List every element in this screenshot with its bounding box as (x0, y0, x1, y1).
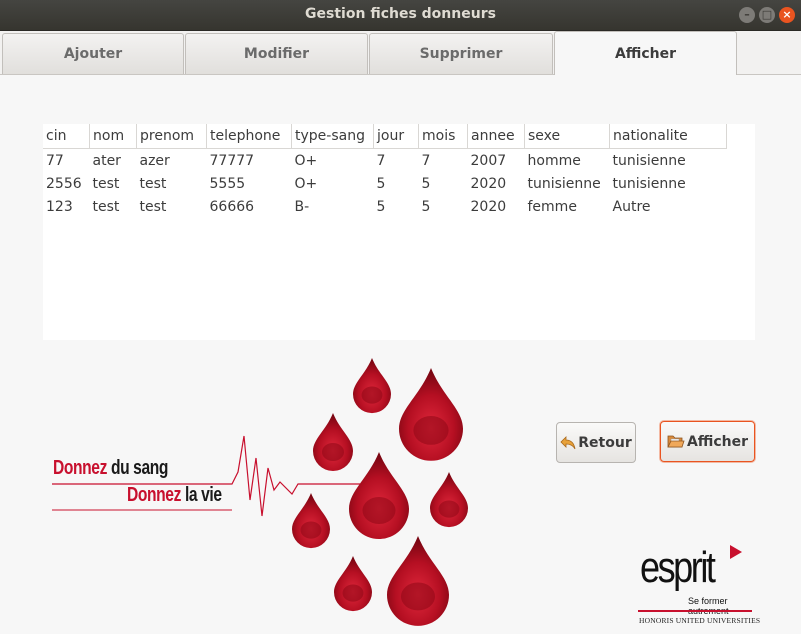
table-cell-prenom: test (139, 175, 167, 192)
slogan-line-2: Donnez la vie (127, 484, 222, 507)
back-arrow-icon (560, 435, 576, 449)
blood-drop-shade (413, 416, 449, 445)
title-bar: Gestion fiches donneurs – □ × (0, 0, 801, 31)
table-cell-jour: 5 (376, 175, 386, 192)
table-cell-prenom: test (139, 198, 167, 215)
table-cell-nationalite: tunisienne (612, 175, 686, 192)
table-cell-telephone: 77777 (209, 152, 255, 169)
table-cell-sexe: femme (527, 198, 577, 215)
tab-afficher[interactable]: Afficher (554, 31, 737, 76)
table-cell-mois: 7 (421, 152, 431, 169)
blood-drop-icon (430, 472, 468, 528)
table-cell-nom: ater (92, 152, 121, 169)
table-cell-sexe: homme (527, 152, 581, 169)
table-cell-nationalite: Autre (612, 198, 651, 215)
table-cell-cin: 123 (46, 198, 73, 215)
retour-label: Retour (578, 434, 632, 451)
column-header-sexe[interactable]: sexe (524, 124, 610, 149)
table-cell-telephone: 5555 (209, 175, 246, 192)
logo-footer: HONORIS UNITED UNIVERSITIES (639, 616, 761, 625)
column-header-telephone[interactable]: telephone (206, 124, 292, 149)
maximize-icon[interactable]: □ (759, 7, 775, 23)
table-cell-sexe: tunisienne (527, 175, 601, 192)
blood-drop-shade (300, 521, 322, 539)
table-cell-type-sang: B- (294, 198, 310, 215)
blood-drop-icon (349, 452, 409, 539)
blood-drop-icon (292, 493, 330, 549)
blood-drops-illustration (52, 358, 468, 626)
tab-supprimer[interactable]: Supprimer (369, 33, 553, 74)
logo-name: esprit (640, 543, 716, 592)
slogan-la-vie: la vie (184, 484, 222, 506)
table-cell-nom: test (92, 198, 120, 215)
tab-modifier[interactable]: Modifier (185, 33, 368, 74)
tab-ajouter[interactable]: Ajouter (2, 33, 184, 74)
blood-drop-shade (342, 584, 364, 602)
column-header-nationalite[interactable]: nationalite (609, 124, 727, 149)
retour-button[interactable]: Retour (556, 422, 636, 463)
donors-table[interactable]: cin nom prenom telephone type-sang jour mois an… (43, 124, 755, 340)
blood-drop-icon (334, 556, 372, 612)
table-row[interactable]: 123 test test 66666 B- 5 5 2020 femme Autre (43, 195, 727, 218)
column-header-mois[interactable]: mois (418, 124, 468, 149)
blood-drop-icon (399, 368, 463, 461)
table-cell-annee: 2020 (470, 198, 507, 215)
blood-drop-shade (400, 582, 436, 611)
blood-drop-shade (438, 500, 460, 518)
table-cell-annee: 2020 (470, 175, 507, 192)
table-header: cin nom prenom telephone type-sang jour mois an… (43, 124, 727, 149)
tab-bar: Ajouter Modifier Supprimer Afficher (0, 31, 801, 76)
logo-tagline: Se former autrement (688, 596, 729, 616)
slogan-donnez-2: Donnez (127, 484, 181, 506)
logo-divider (638, 610, 752, 612)
table-cell-mois: 5 (421, 198, 431, 215)
slogan-line-1: Donnez du sang (53, 457, 168, 480)
table-cell-mois: 5 (421, 175, 431, 192)
table-row[interactable]: 77 ater azer 77777 O+ 7 7 2007 homme tunisienne (43, 149, 727, 173)
table-cell-jour: 7 (376, 152, 386, 169)
afficher-button[interactable]: Afficher (660, 421, 755, 462)
table-cell-nationalite: tunisienne (612, 152, 686, 169)
table-cell-annee: 2007 (470, 152, 507, 169)
blood-drop-shade (322, 443, 344, 461)
column-header-cin[interactable]: cin (43, 124, 90, 149)
table-row[interactable]: 2556 test test 5555 O+ 5 5 2020 tunisienne tunisi… (43, 172, 727, 195)
blood-drop-shade (361, 386, 383, 404)
logo-arrow-icon (730, 545, 742, 559)
table-cell-type-sang: O+ (294, 175, 318, 192)
table-cell-telephone: 66666 (209, 198, 255, 215)
table-cell-type-sang: O+ (294, 152, 318, 169)
blood-drop-icon (353, 358, 391, 414)
blood-drop-icon (387, 536, 449, 626)
slogan-donnez-1: Donnez (53, 457, 107, 479)
slogan-du-sang: du sang (110, 457, 169, 479)
table-cell-cin: 2556 (46, 175, 82, 192)
blood-drop-shade (362, 497, 396, 524)
table-cell-nom: test (92, 175, 120, 192)
column-header-prenom[interactable]: prenom (136, 124, 207, 149)
blood-drop-icon (313, 413, 353, 471)
column-header-nom[interactable]: nom (89, 124, 137, 149)
afficher-label: Afficher (686, 433, 749, 450)
table-cell-prenom: azer (139, 152, 170, 169)
window-title: Gestion fiches donneurs (305, 6, 496, 22)
esprit-logo: esprit Se former autrement HONORIS UNITE… (638, 543, 760, 629)
close-icon[interactable]: × (779, 7, 795, 23)
column-header-jour[interactable]: jour (373, 124, 419, 149)
column-header-annee[interactable]: annee (467, 124, 525, 149)
minimize-icon[interactable]: – (739, 7, 755, 23)
table-cell-jour: 5 (376, 198, 386, 215)
column-header-type-sang[interactable]: type-sang (291, 124, 374, 149)
table-cell-cin: 77 (46, 152, 64, 169)
folder-open-icon (667, 435, 685, 448)
